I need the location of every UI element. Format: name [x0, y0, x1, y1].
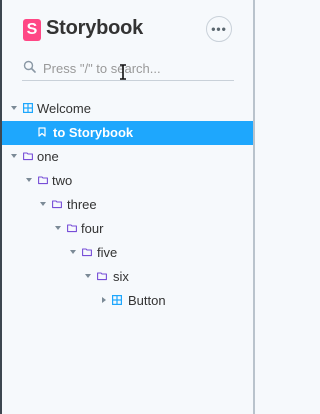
- sidebar-header: S Storybook •••: [0, 0, 255, 60]
- tree-item-to-storybook[interactable]: to Storybook: [2, 121, 253, 145]
- tree-item-label: five: [97, 245, 118, 260]
- tree-item-three[interactable]: three: [2, 193, 253, 217]
- folder-icon: [23, 152, 33, 161]
- chevron-right-icon[interactable]: [102, 297, 106, 303]
- chevron-down-icon[interactable]: [55, 226, 61, 230]
- folder-icon: [52, 200, 62, 209]
- tree-item-label: two: [52, 173, 73, 188]
- folder-icon: [38, 176, 48, 185]
- component-icon: [23, 103, 33, 113]
- logo-letter: S: [26, 21, 38, 38]
- tree-item-label: one: [37, 149, 59, 164]
- tree-item-label: to Storybook: [53, 125, 134, 140]
- search-icon: [23, 60, 36, 73]
- component-icon: [112, 295, 122, 305]
- tree-item-two[interactable]: two: [2, 169, 253, 193]
- search-input[interactable]: [43, 59, 233, 77]
- brand-title[interactable]: Storybook: [46, 17, 143, 40]
- chevron-down-icon[interactable]: [85, 274, 91, 278]
- search-bar: [22, 56, 234, 81]
- chevron-down-icon[interactable]: [11, 154, 17, 158]
- tree-item-label: four: [81, 221, 104, 236]
- settings-menu-button[interactable]: •••: [206, 16, 232, 42]
- sidebar-resize-border[interactable]: [253, 0, 255, 414]
- tree-item-four[interactable]: four: [2, 217, 253, 241]
- chevron-down-icon[interactable]: [70, 250, 76, 254]
- chevron-down-icon[interactable]: [11, 106, 17, 110]
- text-cursor-icon: [120, 64, 126, 80]
- ellipsis-icon: •••: [211, 22, 227, 36]
- chevron-down-icon[interactable]: [40, 202, 46, 206]
- tree-item-welcome[interactable]: Welcome: [2, 97, 253, 121]
- tree-item-label: three: [67, 197, 97, 212]
- tree-item-label: six: [113, 269, 129, 284]
- folder-icon: [82, 248, 92, 257]
- folder-icon: [67, 224, 77, 233]
- bookmark-icon: [38, 127, 46, 137]
- storybook-logo: S: [23, 19, 41, 41]
- tree-item-label: Welcome: [37, 101, 91, 116]
- chevron-down-icon[interactable]: [26, 178, 32, 182]
- tree-item-five[interactable]: five: [2, 241, 253, 265]
- folder-icon: [97, 272, 107, 281]
- tree-item-button[interactable]: Button: [2, 289, 253, 313]
- tree-item-six[interactable]: six: [2, 265, 253, 289]
- tree-item-one[interactable]: one: [2, 145, 253, 169]
- tree-item-label: Button: [128, 293, 166, 308]
